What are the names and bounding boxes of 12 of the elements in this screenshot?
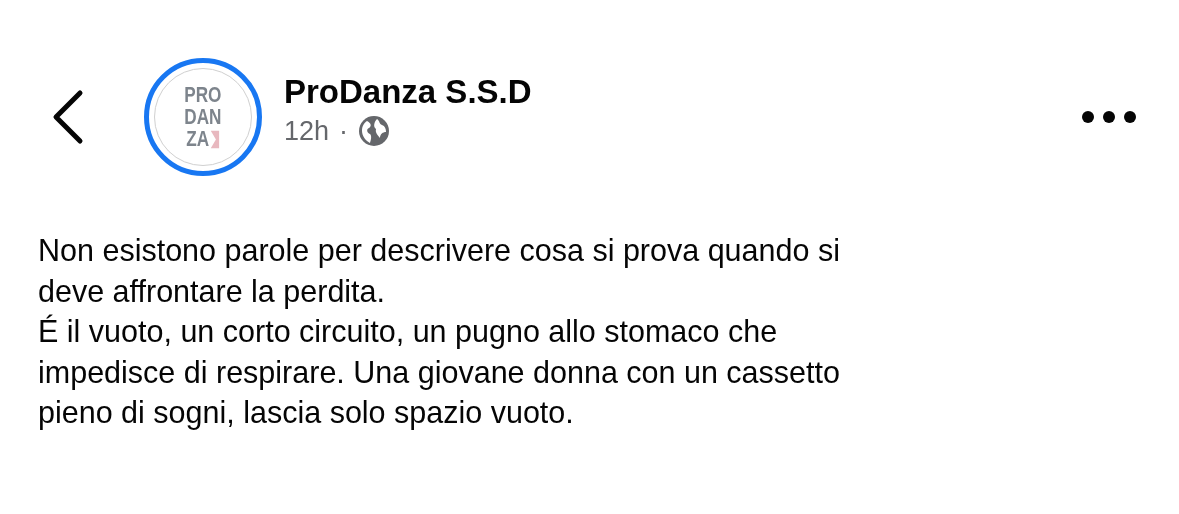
logo-text: PRO [184,84,222,106]
page-avatar[interactable]: PRO DAN ZA [144,58,262,176]
post-paragraph: É il vuoto, un corto circuito, un pugno allo stomaco che impedisce di respirare. Una giovane donna con un cassetto pieno di sogni, lascia solo spazio vuoto. [38,313,841,432]
more-icon[interactable] [1081,110,1137,124]
separator-dot: · [339,115,349,147]
logo-text: DAN [184,106,222,128]
post-paragraph: Non esistono parole per descrivere cosa si prova quando si deve affrontare la perdita. [38,232,841,311]
page-name[interactable]: ProDanza S.S.D [284,73,1081,111]
chevron-icon [210,129,220,149]
logo-text: ZA [186,128,210,150]
post-time[interactable]: 12h [284,115,330,147]
globe-icon [358,115,391,147]
